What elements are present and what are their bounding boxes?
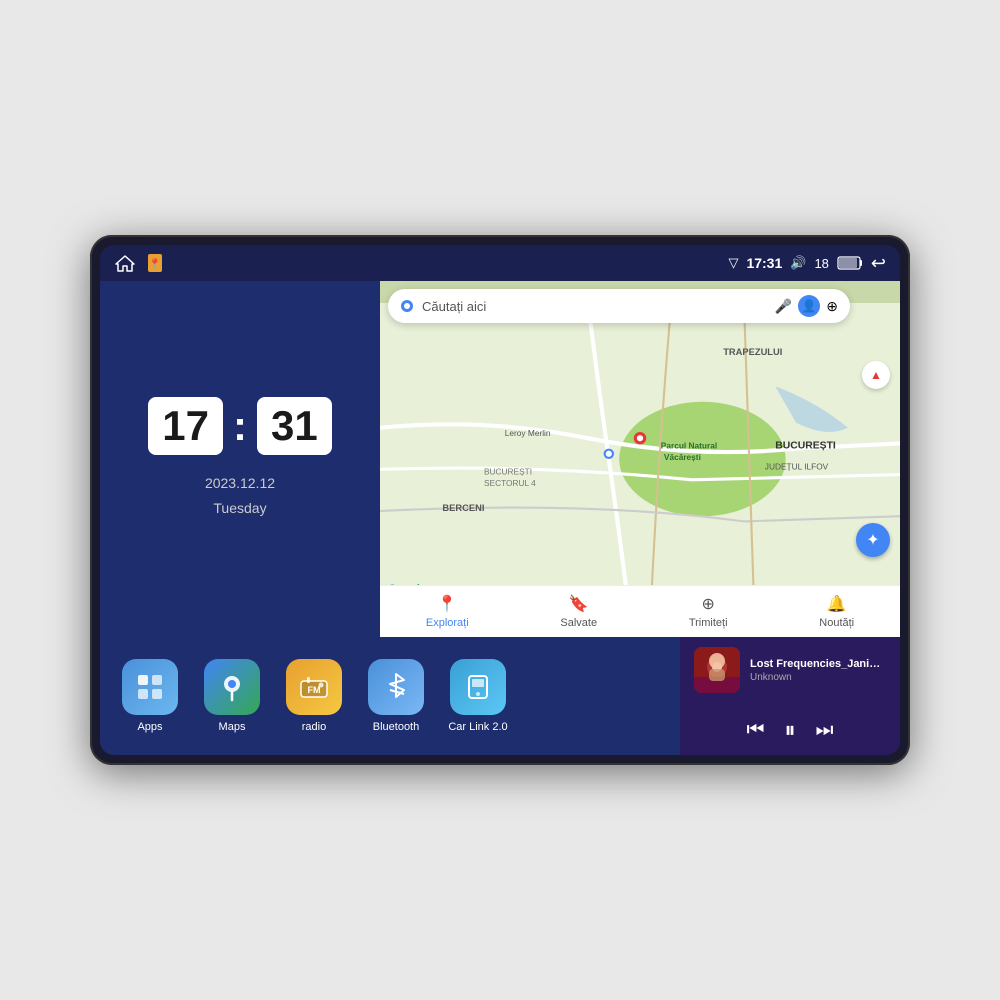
carlink-label: Car Link 2.0 <box>448 721 507 733</box>
explore-label: Explorați <box>426 617 469 629</box>
svg-text:Văcărești: Văcărești <box>664 452 701 462</box>
battery-level: 18 <box>814 256 828 271</box>
bluetooth-label: Bluetooth <box>373 721 419 733</box>
signal-icon: ▽ <box>728 255 738 271</box>
music-top: Lost Frequencies_Janieck Devy-... Unknow… <box>694 647 886 693</box>
send-icon: ⊕ <box>701 594 714 614</box>
clock-colon: : <box>233 402 247 450</box>
date-value: 2023.12.12 <box>205 471 275 496</box>
svg-text:JUDEȚUL ILFOV: JUDEȚUL ILFOV <box>765 461 829 471</box>
map-search-actions: 🎤 👤 ⊕ <box>775 295 838 317</box>
music-panel: Lost Frequencies_Janieck Devy-... Unknow… <box>680 637 900 755</box>
svg-text:BUCUREȘTI: BUCUREȘTI <box>484 467 532 477</box>
map-pin-small-icon <box>400 299 414 313</box>
svg-text:Parcul Natural: Parcul Natural <box>661 441 717 451</box>
status-bar: 📍 ▽ 17:31 🔊 18 ↩ <box>100 245 900 281</box>
send-label: Trimiteți <box>689 617 728 629</box>
radio-icon: FM <box>286 659 342 715</box>
main-area: 17 : 31 2023.12.12 Tuesday <box>100 281 900 755</box>
maps-icon <box>204 659 260 715</box>
music-controls: ⏮ ⏸ ⏭ <box>694 715 886 745</box>
shortcuts-panel: Apps Maps <box>100 637 680 755</box>
back-icon[interactable]: ↩ <box>871 253 886 274</box>
clock-date: 2023.12.12 Tuesday <box>205 471 275 521</box>
map-background: TRAPEZULUI BUCUREȘTI JUDEȚUL ILFOV Parcu… <box>380 281 900 637</box>
carlink-icon <box>450 659 506 715</box>
map-nav-send[interactable]: ⊕ Trimiteți <box>689 594 728 629</box>
map-panel[interactable]: TRAPEZULUI BUCUREȘTI JUDEȚUL ILFOV Parcu… <box>380 281 900 637</box>
time-display: 17:31 <box>746 255 782 271</box>
apps-label: Apps <box>137 721 162 733</box>
apps-grid-icon <box>135 672 165 702</box>
music-prev-button[interactable]: ⏮ <box>746 720 764 740</box>
apps-icon <box>122 659 178 715</box>
svg-text:BUCUREȘTI: BUCUREȘTI <box>775 441 836 452</box>
svg-text:FM: FM <box>308 685 321 695</box>
microphone-icon[interactable]: 🎤 <box>775 298 792 315</box>
map-location-button[interactable]: ✦ <box>856 523 890 557</box>
album-art-svg <box>694 647 740 693</box>
music-next-button[interactable]: ⏭ <box>816 720 834 740</box>
music-info: Lost Frequencies_Janieck Devy-... Unknow… <box>750 658 886 683</box>
layer-icon[interactable]: ⊕ <box>826 298 838 315</box>
news-icon: 🔔 <box>827 594 847 614</box>
car-display-device: 📍 ▽ 17:31 🔊 18 ↩ <box>90 235 910 765</box>
shortcut-bluetooth[interactable]: Bluetooth <box>362 659 430 733</box>
top-section: 17 : 31 2023.12.12 Tuesday <box>100 281 900 637</box>
status-left: 📍 <box>114 252 164 274</box>
shortcut-maps[interactable]: Maps <box>198 659 266 733</box>
clock-minutes: 31 <box>257 397 332 455</box>
svg-text:TRAPEZULUI: TRAPEZULUI <box>723 347 782 357</box>
bluetooth-icon <box>368 659 424 715</box>
music-artist: Unknown <box>750 672 886 683</box>
shortcut-carlink[interactable]: Car Link 2.0 <box>444 659 512 733</box>
day-value: Tuesday <box>205 496 275 521</box>
map-nav-news[interactable]: 🔔 Noutăți <box>819 594 854 629</box>
saved-label: Salvate <box>560 617 597 629</box>
map-search-input[interactable]: Căutați aici <box>422 299 767 314</box>
carlink-svg-icon <box>463 672 493 702</box>
volume-icon: 🔊 <box>790 255 806 271</box>
map-compass[interactable]: ▲ <box>862 361 890 389</box>
status-right: ▽ 17:31 🔊 18 ↩ <box>728 253 886 274</box>
device-screen: 📍 ▽ 17:31 🔊 18 ↩ <box>100 245 900 755</box>
bottom-section: Apps Maps <box>100 637 900 755</box>
bluetooth-svg-icon <box>382 672 410 702</box>
shortcut-apps[interactable]: Apps <box>116 659 184 733</box>
news-label: Noutăți <box>819 617 854 629</box>
clock-display: 17 : 31 <box>148 397 331 455</box>
maps-shortcut-icon[interactable]: 📍 <box>146 252 164 274</box>
map-nav-explore[interactable]: 📍 Explorați <box>426 594 469 629</box>
home-icon[interactable] <box>114 254 136 272</box>
battery-icon <box>837 256 863 270</box>
saved-icon: 🔖 <box>569 594 589 614</box>
user-avatar[interactable]: 👤 <box>798 295 820 317</box>
maps-label: Maps <box>219 721 246 733</box>
svg-text:BERCENI: BERCENI <box>442 503 484 513</box>
svg-text:SECTORUL 4: SECTORUL 4 <box>484 478 536 488</box>
shortcut-radio[interactable]: FM radio <box>280 659 348 733</box>
music-title: Lost Frequencies_Janieck Devy-... <box>750 658 886 670</box>
explore-icon: 📍 <box>437 594 457 614</box>
clock-hours: 17 <box>148 397 223 455</box>
map-nav-bar: 📍 Explorați 🔖 Salvate ⊕ Trimiteți 🔔 <box>380 585 900 637</box>
music-play-pause-button[interactable]: ⏸ <box>784 719 795 741</box>
map-search-bar[interactable]: Căutați aici 🎤 👤 ⊕ <box>388 289 850 323</box>
clock-panel: 17 : 31 2023.12.12 Tuesday <box>100 281 380 637</box>
radio-svg-icon: FM <box>299 673 329 701</box>
svg-text:Leroy Merlin: Leroy Merlin <box>505 428 551 438</box>
radio-label: radio <box>302 721 326 733</box>
map-nav-saved[interactable]: 🔖 Salvate <box>560 594 597 629</box>
svg-text:📍: 📍 <box>149 257 161 270</box>
maps-pin-icon <box>217 672 247 702</box>
music-album-art <box>694 647 740 693</box>
